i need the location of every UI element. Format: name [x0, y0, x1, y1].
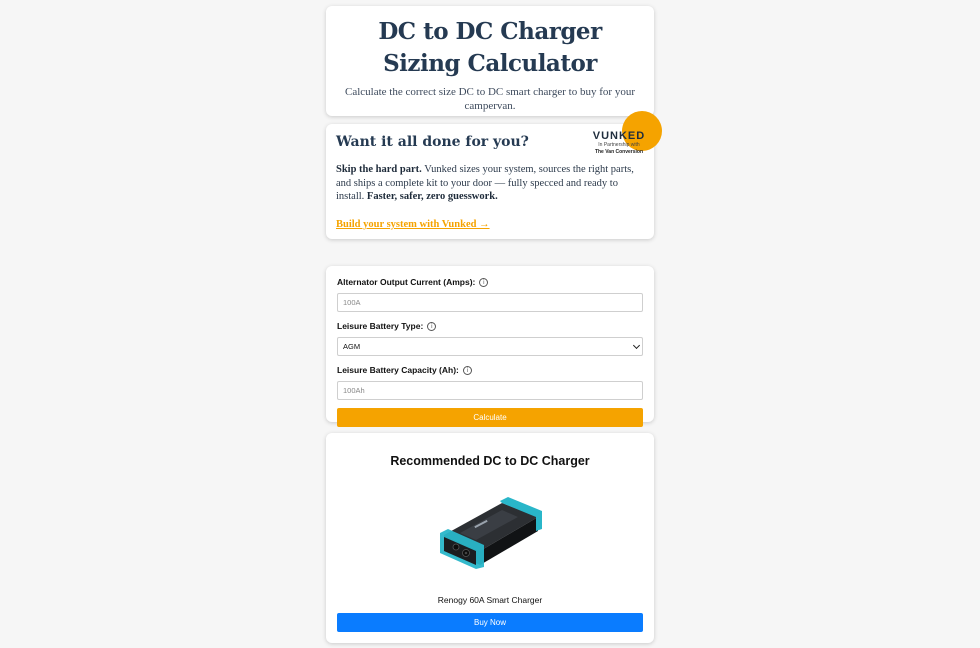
capacity-label: Leisure Battery Capacity (Ah):: [337, 365, 459, 375]
info-icon[interactable]: i: [427, 321, 437, 331]
alternator-label: Alternator Output Current (Amps):: [337, 277, 476, 287]
alternator-current-input[interactable]: [337, 293, 643, 312]
buy-now-button[interactable]: Buy Now: [337, 613, 643, 632]
battery-type-select[interactable]: AGM: [337, 337, 643, 356]
info-icon[interactable]: i: [479, 277, 489, 287]
alternator-label-row: Alternator Output Current (Amps): i: [337, 276, 643, 288]
promo-body-emphasis: Faster, safer, zero guesswork.: [366, 191, 498, 202]
result-card: Recommended DC to DC Charger Renogy 60A …: [326, 433, 654, 643]
calculate-button[interactable]: Calculate: [337, 408, 643, 427]
result-title: Recommended DC to DC Charger: [390, 454, 590, 468]
page-subtitle: Calculate the correct size DC to DC smar…: [345, 86, 635, 112]
battery-type-value[interactable]: AGM: [337, 337, 643, 356]
promo-card: Want it all done for you? VUNKED In Part…: [326, 111, 662, 239]
battery-type-label: Leisure Battery Type:: [337, 321, 424, 331]
battery-capacity-input[interactable]: [337, 381, 643, 400]
promo-body: Skip the hard part. Vunked sizes your sy…: [336, 163, 642, 204]
brand-partner-text: In Partnership with: [598, 142, 640, 148]
calculator-form: Alternator Output Current (Amps): i Leis…: [326, 266, 654, 427]
promo-body-lead: Skip the hard part.: [336, 164, 422, 175]
build-system-link[interactable]: Build your system with Vunked →: [336, 219, 490, 230]
capacity-label-row: Leisure Battery Capacity (Ah): i: [337, 364, 643, 376]
brand-company-text: The Van Conversion: [594, 149, 644, 155]
product-name: Renogy 60A Smart Charger: [437, 595, 543, 605]
promo-title: Want it all done for you?: [336, 134, 529, 150]
vunked-logo: VUNKED In Partnership with The Van Conve…: [588, 130, 650, 155]
page-title: DC to DC Charger Sizing Calculator: [378, 18, 602, 77]
battery-type-label-row: Leisure Battery Type: i: [337, 320, 643, 332]
info-icon[interactable]: i: [462, 365, 472, 375]
charger-product-image: [440, 497, 542, 569]
brand-name: VUNKED: [592, 130, 646, 142]
header-card: DC to DC Charger Sizing Calculator Calcu…: [326, 6, 654, 116]
